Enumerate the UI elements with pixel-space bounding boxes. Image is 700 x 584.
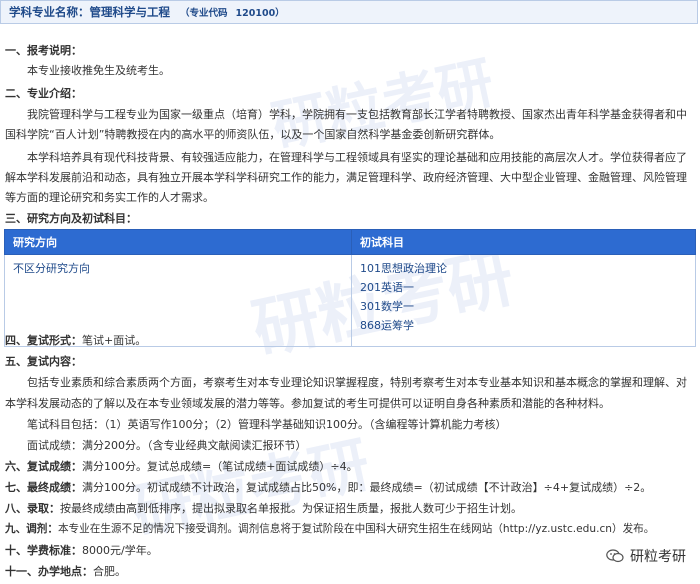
section-11: 十一、办学地点：合肥。	[5, 563, 126, 579]
section-7-value: 满分100分。初试成绩不计政治，复试成绩占比50%，即：最终成绩=（初试成绩【不…	[82, 481, 652, 494]
section-10-value: 8000元/学年。	[82, 544, 158, 557]
section-5-line2: 本学科发展动态的了解以及在本专业领域发展的潜力等等。参加复试的考生可提供可以证明…	[5, 397, 610, 410]
major-title: 学科专业名称：管理科学与工程	[9, 5, 170, 19]
section-9-value: 本专业在生源不足的情况下接受调剂。调剂信息将于复试阶段在中国科大研究生招生在线网…	[57, 523, 655, 535]
footer-logo-text: 研粒考研	[630, 549, 686, 565]
section-9-title: 九、调剂：	[5, 523, 58, 535]
table-header-row: 研究方向 初试科目	[4, 229, 696, 255]
section-6: 六、复试成绩：满分100分。复试总成绩=（笔试成绩+面试成绩）÷4。	[5, 458, 358, 474]
footer-logo: 研粒考研	[606, 546, 686, 566]
watermark-1: 研粒考研	[266, 50, 500, 161]
section-4-title: 四、复试形式：	[5, 334, 82, 347]
section-11-title: 十一、办学地点：	[5, 565, 93, 578]
section-1-text: 本专业接收推免生及统考生。	[27, 64, 170, 77]
section-1-title: 一、报考说明：	[5, 44, 82, 57]
subject-item: 301数学一	[360, 300, 414, 313]
section-4: 四、复试形式：笔试+面试。	[5, 332, 146, 348]
major-code-value: 120100）	[235, 8, 285, 19]
subject-item: 868运筹学	[360, 319, 414, 332]
section-2-p2-line2: 解本学科发展前沿和动态，具有独立开展本学科学科研究工作的能力，满足管理科学、政府…	[5, 171, 687, 184]
section-5-line4: 面试成绩：满分200分。（含专业经典文献阅读汇报环节）	[27, 439, 307, 452]
section-2-p2-line1: 本学科培养具有现代科技背景、有较强适应能力，在管理科学与工程领域具有坚实的理论基…	[27, 151, 687, 164]
section-6-title: 六、复试成绩：	[5, 460, 82, 473]
section-7-title: 七、最终成绩：	[5, 481, 82, 494]
section-9: 九、调剂：本专业在生源不足的情况下接受调剂。调剂信息将于复试阶段在中国科大研究生…	[5, 521, 654, 536]
section-10: 十、学费标准：8000元/学年。	[5, 542, 158, 558]
section-5-title: 五、复试内容：	[5, 355, 82, 368]
section-10-title: 十、学费标准：	[5, 544, 82, 557]
section-4-value: 笔试+面试。	[82, 334, 147, 347]
section-8: 八、录取：按最终成绩由高到低排序，提出拟录取名单报批。为保证招生质量，报批人数可…	[5, 500, 522, 516]
section-5-line3: 笔试科目包括：（1）英语写作100分；（2）管理科学基础知识100分。（含编程等…	[27, 418, 507, 431]
wechat-icon	[606, 549, 624, 563]
section-11-value: 合肥。	[93, 565, 126, 578]
section-2-p1-line1: 我院管理科学与工程专业为国家一级重点（培育）学科，学院拥有一支包括教育部长江学者…	[27, 108, 687, 121]
subject-item: 101思想政治理论	[360, 262, 447, 275]
section-3-title: 三、研究方向及初试科目：	[5, 212, 137, 225]
major-code: （专业代码 120100）	[180, 5, 285, 19]
section-7: 七、最终成绩：满分100分。初试成绩不计政治，复试成绩占比50%，即：最终成绩=…	[5, 479, 651, 495]
col-exam-subjects: 初试科目	[351, 229, 696, 255]
section-6-value: 满分100分。复试总成绩=（笔试成绩+面试成绩）÷4。	[82, 460, 358, 473]
section-8-title: 八、录取：	[5, 502, 60, 515]
subject-item: 201英语一	[360, 281, 414, 294]
section-2-p1-line2: 国科学院“百人计划”特聘教授在内的高水平的师资队伍，以及一个国家自然科学基金委创…	[5, 128, 501, 141]
col-research-direction: 研究方向	[4, 229, 352, 255]
section-2-title: 二、专业介绍：	[5, 87, 82, 100]
major-code-label: （专业代码	[180, 8, 228, 19]
research-direction-table: 研究方向 初试科目 不区分研究方向 101思想政治理论 201英语一 301数学…	[4, 229, 696, 347]
section-8-value: 按最终成绩由高到低排序，提出拟录取名单报批。为保证招生质量，报批人数可少于招生计…	[60, 502, 522, 515]
subjects-cell: 101思想政治理论 201英语一 301数学一 868运筹学	[351, 254, 696, 347]
section-5-line1: 包括专业素质和综合素质两个方面，考察考生对本专业理论知识掌握程度，特别考察考生对…	[27, 376, 687, 389]
section-2-p2-line3: 等方面的理论研究和务实工作的人才需求。	[5, 191, 214, 204]
page-header: 学科专业名称：管理科学与工程 （专业代码 120100）	[0, 0, 698, 24]
